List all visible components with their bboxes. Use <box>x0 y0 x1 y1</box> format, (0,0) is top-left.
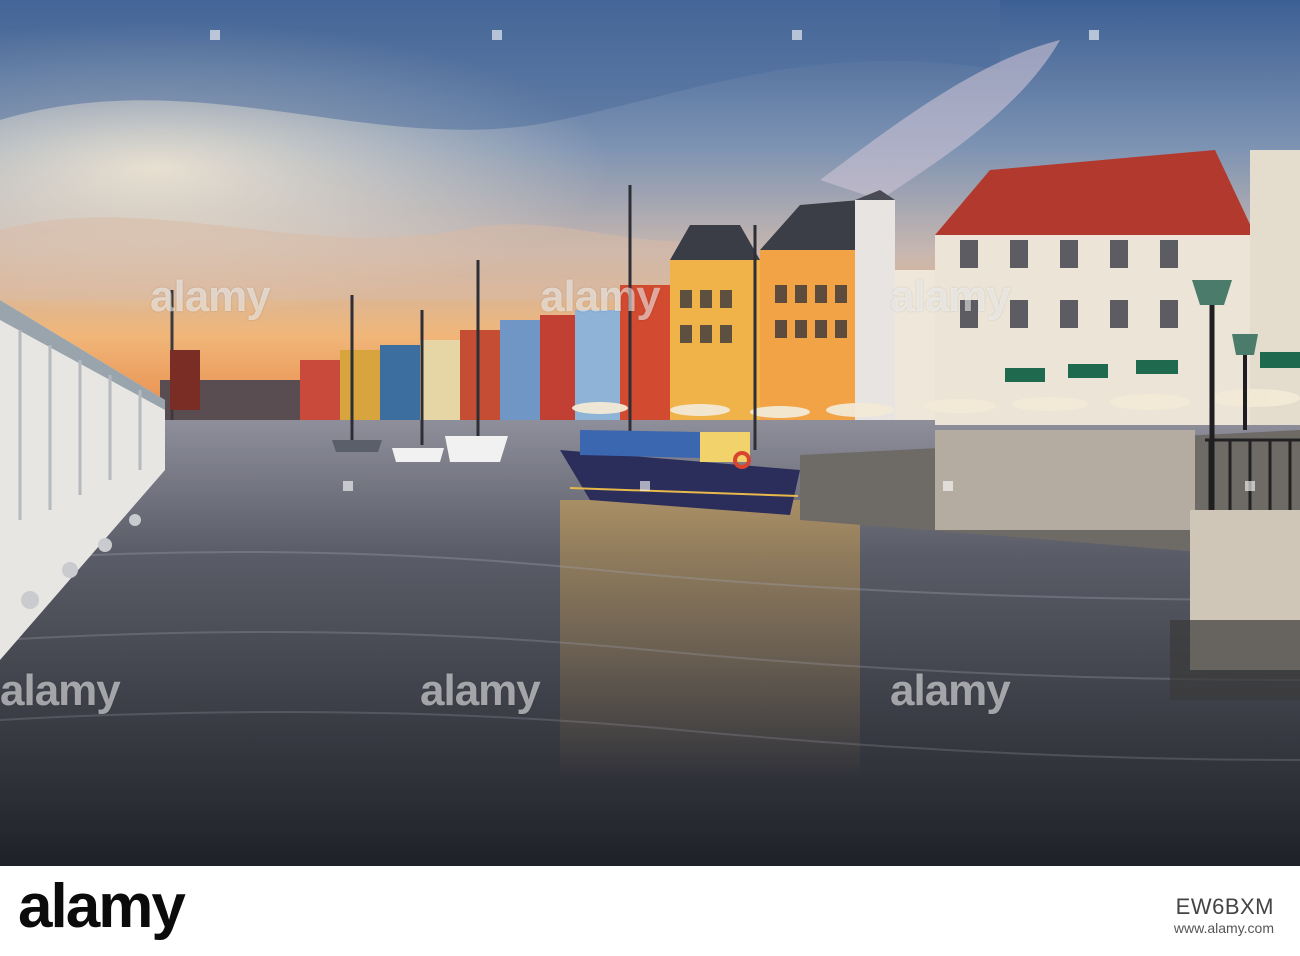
white-corner-building <box>935 235 1255 425</box>
footer-bar: alamy EW6BXM www.alamy.com <box>0 866 1300 956</box>
photo-illustration <box>0 0 1300 866</box>
website-url: www.alamy.com <box>1173 920 1274 936</box>
logo-text: alamy <box>18 872 186 941</box>
alamy-logo: alamy <box>18 876 186 938</box>
stock-id: EW6BXM <box>1175 894 1274 919</box>
image-frame: alamy alamy alamy alamy alamy alamy alam… <box>0 0 1300 956</box>
photo-copenhagen-nyhavn: alamy alamy alamy alamy alamy alamy <box>0 0 1300 866</box>
